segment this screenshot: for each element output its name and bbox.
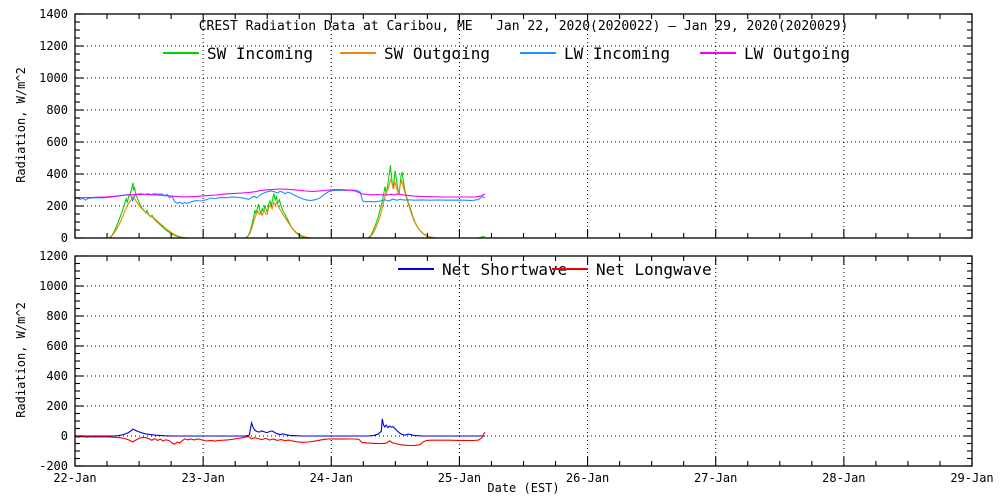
series-line-net-shortwave bbox=[75, 418, 486, 437]
legend-item-lw-outgoing: LW Outgoing bbox=[700, 43, 850, 63]
y-tick-label: 400 bbox=[46, 167, 68, 181]
legend-label-sw-outgoing: SW Outgoing bbox=[384, 43, 490, 63]
legend-label-lw-incoming: LW Incoming bbox=[564, 43, 670, 63]
net-shortwave-line-swatch bbox=[398, 268, 434, 270]
y-tick-label: 1200 bbox=[39, 39, 68, 53]
y-tick-label: 800 bbox=[46, 103, 68, 117]
radiation-plot-figure: 0 200 400 600 800 1000 1200 1400 -200 0 200 400 600 8… bbox=[0, 0, 1000, 500]
legend-item-net-shortwave: Net Shortwave bbox=[398, 259, 568, 279]
y-tick-label: 1400 bbox=[39, 7, 68, 21]
y-tick-label: 200 bbox=[46, 199, 68, 213]
y-tick-label: 600 bbox=[46, 339, 68, 353]
y-tick-label: 1200 bbox=[39, 249, 68, 263]
lw-incoming-line-swatch bbox=[520, 52, 556, 54]
y-tick-label: 0 bbox=[61, 231, 68, 245]
y-tick-label: 1000 bbox=[39, 279, 68, 293]
chart-title: CREST Radiation Data at Caribou, ME Jan … bbox=[198, 19, 849, 34]
panel-2: -20002004006008001000120022-Jan 23-Jan 24-… bbox=[39, 249, 994, 485]
y-tick-label: 200 bbox=[46, 399, 68, 413]
panel-frame bbox=[74, 255, 973, 467]
lw-outgoing-line-swatch bbox=[700, 52, 736, 54]
y-tick-label: 1000 bbox=[39, 71, 68, 85]
bottom-panel-y-axis-title: Radiation, W/m^2 bbox=[14, 302, 28, 418]
sw-incoming-line-swatch bbox=[163, 52, 199, 54]
chart-canvas: 0200400600800100012001400-20002004006008… bbox=[39, 7, 994, 485]
legend-item-sw-incoming: SW Incoming bbox=[163, 43, 313, 63]
series-line-sw-outgoing bbox=[75, 178, 486, 238]
y-tick-label: 0 bbox=[61, 429, 68, 443]
y-tick-label: 800 bbox=[46, 309, 68, 323]
legend-label-lw-outgoing: LW Outgoing bbox=[744, 43, 850, 63]
y-tick-label: 600 bbox=[46, 135, 68, 149]
sw-outgoing-line-swatch bbox=[340, 52, 376, 54]
legend-item-lw-incoming: LW Incoming bbox=[520, 43, 670, 63]
net-longwave-line-swatch bbox=[552, 268, 588, 270]
legend-label-net-shortwave: Net Shortwave bbox=[442, 259, 568, 279]
x-axis-title: Date (EST) bbox=[487, 481, 560, 495]
y-tick-label: 400 bbox=[46, 369, 68, 383]
legend-item-sw-outgoing: SW Outgoing bbox=[340, 43, 490, 63]
legend-item-net-longwave: Net Longwave bbox=[552, 259, 712, 279]
top-panel-y-axis-title: Radiation, W/m^2 bbox=[14, 67, 28, 183]
legend-label-net-longwave: Net Longwave bbox=[596, 259, 712, 279]
legend-label-sw-incoming: SW Incoming bbox=[207, 43, 313, 63]
